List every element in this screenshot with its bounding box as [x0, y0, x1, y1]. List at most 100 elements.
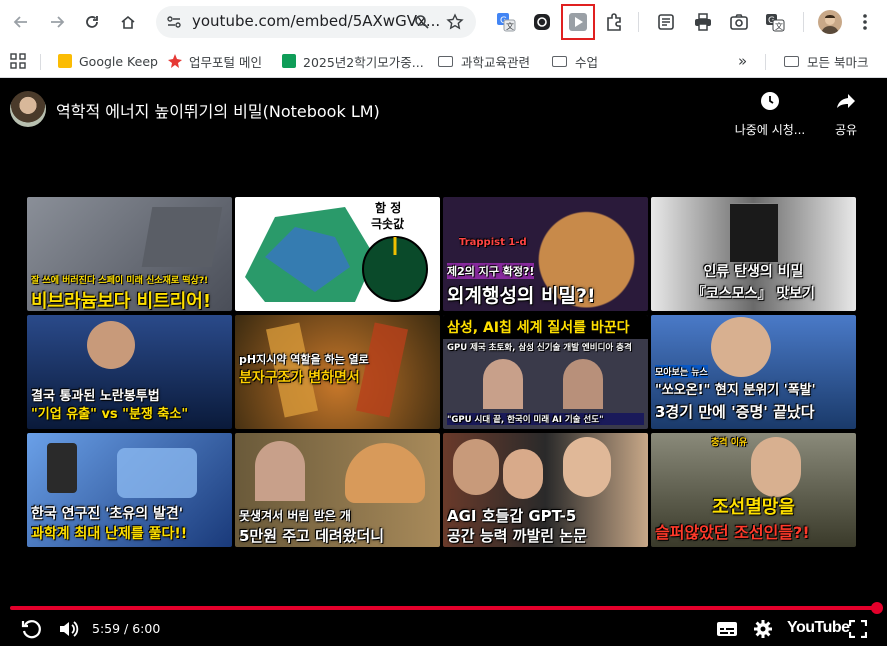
video-card[interactable]: 모아보는 뉴스 "쏘오온!" 현지 분위기 '폭발' 3경기 만에 '증명' 끝… [651, 315, 856, 429]
folder-icon [784, 55, 799, 67]
share-arrow-icon [826, 91, 866, 115]
translate-page-icon[interactable]: G文 [763, 10, 787, 34]
video-caption: "GPU 시대 끝, 한국이 미래 AI 기술 선도" [447, 413, 644, 425]
sheets-icon [282, 54, 296, 68]
video-card[interactable]: Trappist 1-d 제2의 지구 확정?! 외계행성의 비밀?! [443, 197, 648, 311]
video-caption: 과학계 최대 난제를 풀다!! [31, 526, 188, 542]
video-card[interactable]: pH지시약 역할을 하는 열로 분자구조가 변하면서 [235, 315, 440, 429]
bookmark-label: 수업 [575, 54, 599, 70]
bookmark-label: 과학교육관련 [461, 54, 531, 70]
fullscreen-button[interactable] [846, 617, 870, 641]
bookmark-folder-science[interactable]: 과학교육관련 [438, 52, 530, 70]
media-extension-icon[interactable] [530, 10, 554, 34]
extensions-puzzle-icon[interactable] [602, 10, 626, 34]
youtube-logo[interactable]: YouTube [787, 619, 850, 637]
star-logo-icon [168, 54, 182, 68]
video-card[interactable]: 삼성, AI칩 세계 질서를 바꾼다 GPU 제국 초토화, 삼성 신기술 개발… [443, 315, 648, 429]
progress-bar[interactable] [10, 606, 877, 610]
video-caption: 못생겨서 버림 받은 개 [239, 509, 351, 523]
menu-kebab-icon[interactable] [853, 10, 877, 34]
keep-icon [58, 54, 72, 68]
highlight-box [561, 4, 595, 40]
arrow-left-icon [13, 16, 27, 28]
watch-later-label: 나중에 시청... [734, 123, 806, 137]
video-caption: 비브라늄보다 비트리어! [31, 291, 212, 311]
bookmark-google-keep[interactable]: Google Keep [58, 52, 158, 70]
toolbar-divider [803, 12, 804, 32]
replay-button[interactable] [18, 617, 44, 641]
video-card[interactable]: 못생겨서 버림 받은 개 5만원 주고 데려왔더니 [235, 433, 440, 547]
bookmark-portal[interactable]: 업무포털 메인 [168, 52, 262, 70]
video-caption: 3경기 만에 '증명' 끝났다 [655, 403, 815, 421]
forward-button[interactable] [43, 8, 71, 36]
video-caption: 『코스모스』 맛보기 [691, 286, 816, 302]
settings-button[interactable] [750, 617, 776, 641]
video-caption: 분자구조가 변하면서 [239, 370, 360, 386]
video-card[interactable]: 한국 연구진 '초유의 발견' 과학계 최대 난제를 풀다!! [27, 433, 232, 547]
video-caption: "기업 유출" vs "분쟁 축소" [31, 407, 189, 422]
video-card[interactable]: AGI 호들갑 GPT-5 공간 능력 까발린 논문 [443, 433, 648, 547]
address-bar[interactable]: youtube.com/embed/5AXwGVx... [156, 6, 476, 38]
video-caption: 외계행성의 비밀?! [447, 285, 596, 307]
video-card[interactable]: 충격 이유 조선멸망을 슬퍼않았던 조선인들?! [651, 433, 856, 547]
bookmark-label: 2025년2학기모가중... [303, 54, 424, 70]
video-caption: 모아보는 뉴스 [655, 365, 708, 378]
star-icon[interactable] [446, 13, 464, 31]
apps-grid-button[interactable] [10, 52, 26, 70]
video-title[interactable]: 역학적 에너지 높이뛰기의 비밀(Notebook LM) [56, 98, 380, 122]
video-caption: 결국 통과된 노란봉투법 [31, 389, 160, 404]
toolbar-divider [638, 12, 639, 32]
video-card[interactable]: 결국 통과된 노란봉투법 "기업 유출" vs "분쟁 축소" [27, 315, 232, 429]
time-display: 5:59 / 6:00 [92, 621, 161, 636]
video-player[interactable]: 역학적 에너지 높이뛰기의 비밀(Notebook LM) 나중에 시청... … [0, 79, 887, 646]
zoom-icon[interactable] [414, 14, 430, 30]
all-bookmarks-folder[interactable]: 모든 북마크 [784, 52, 868, 70]
video-caption: AGI 호들갑 GPT-5 [447, 507, 577, 525]
video-caption: 충격 이유 [711, 438, 748, 448]
bookmark-label: Google Keep [79, 53, 158, 69]
apps-grid-icon [10, 53, 26, 69]
folder-icon [552, 55, 567, 67]
video-caption: 한국 연구진 '초유의 발견' [31, 506, 183, 522]
video-caption: Trappist 1-d [459, 237, 527, 248]
channel-avatar[interactable] [10, 91, 46, 127]
bookmark-sheet[interactable]: 2025년2학기모가중... [282, 52, 424, 70]
reading-list-icon[interactable] [654, 10, 678, 34]
bookmarks-divider [40, 54, 41, 70]
video-caption: 슬퍼않았던 조선인들?! [655, 523, 810, 542]
print-icon[interactable] [691, 10, 715, 34]
volume-button[interactable] [55, 617, 81, 641]
home-icon [121, 15, 135, 29]
replay-icon [21, 620, 41, 639]
video-caption: 극솟값 [371, 217, 405, 231]
profile-avatar[interactable] [818, 10, 842, 34]
video-caption: "쏘오온!" 현지 분위기 '폭발' [655, 383, 816, 398]
subtitles-icon [717, 622, 737, 636]
video-card[interactable]: 잘 쓰에 버러진다 스페이 미래 신소재로 떡상?! 비브라늄보다 비트리어! [27, 197, 232, 311]
watch-later-button[interactable]: 나중에 시청... [732, 91, 808, 138]
url-text: youtube.com/embed/5AXwGVx... [192, 12, 441, 30]
bookmark-folder-class[interactable]: 수업 [552, 52, 598, 70]
share-label: 공유 [834, 123, 858, 137]
video-caption: 조선멸망을 [712, 497, 795, 518]
browser-window: youtube.com/embed/5AXwGVx... G文 G文 Googl… [0, 0, 887, 646]
subtitles-button[interactable] [714, 617, 740, 641]
share-button[interactable]: 공유 [826, 91, 866, 138]
more-bookmarks-chevron[interactable]: » [738, 52, 747, 70]
scrubber-handle[interactable] [871, 602, 883, 614]
back-button[interactable] [7, 8, 35, 36]
fullscreen-icon [849, 620, 867, 638]
translate-extension-icon[interactable]: G文 [494, 10, 518, 34]
bookmark-label: 업무포털 메인 [189, 54, 262, 70]
clock-icon [732, 91, 808, 115]
reload-button[interactable] [78, 8, 106, 36]
svg-text:文: 文 [775, 21, 783, 31]
gear-icon [754, 620, 772, 638]
arrow-right-icon [51, 16, 65, 28]
site-info-icon[interactable] [166, 14, 182, 30]
video-card[interactable]: 인류 탄생의 비밀 『코스모스』 맛보기 [651, 197, 856, 311]
video-card[interactable]: 함 정 극솟값 [235, 197, 440, 311]
screenshot-icon[interactable] [727, 10, 751, 34]
bookmark-label: 모든 북마크 [807, 54, 869, 70]
home-button[interactable] [114, 8, 142, 36]
